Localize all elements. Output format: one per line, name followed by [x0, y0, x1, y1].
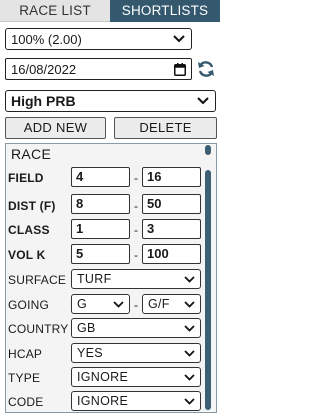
- chevron-down-icon: [184, 398, 195, 405]
- chevron-down-icon: [184, 276, 195, 283]
- tab-bar: RACE LIST SHORTLISTS: [0, 0, 220, 22]
- type-select[interactable]: IGNORE: [71, 367, 201, 387]
- class-label: CLASS: [8, 223, 50, 237]
- country-label: COUNTRY: [8, 322, 69, 336]
- class-min-input[interactable]: 1: [71, 219, 130, 239]
- field-range-dash: -: [134, 171, 138, 185]
- tab-shortlists[interactable]: SHORTLISTS: [110, 0, 220, 22]
- surface-label: SURFACE: [8, 273, 67, 287]
- hcap-select[interactable]: YES: [71, 343, 201, 363]
- code-label: CODE: [8, 395, 44, 409]
- hcap-select-value: YES: [77, 346, 103, 360]
- country-select-value: GB: [77, 321, 96, 335]
- tab-race-list[interactable]: RACE LIST: [0, 0, 110, 22]
- type-select-value: IGNORE: [77, 370, 129, 384]
- chevron-down-icon: [197, 97, 209, 105]
- chevron-down-icon: [184, 325, 195, 332]
- going-to-select[interactable]: G/F: [142, 294, 201, 314]
- going-from-value: G: [77, 297, 88, 311]
- going-range-dash: -: [134, 298, 138, 312]
- chevron-down-icon: [113, 301, 124, 308]
- race-section-title: RACE: [11, 146, 52, 162]
- volk-label: VOL K: [8, 248, 46, 262]
- chevron-down-icon: [184, 301, 195, 308]
- date-input[interactable]: 16/08/2022: [5, 58, 192, 80]
- scrollbar-thumb[interactable]: [205, 170, 211, 410]
- code-select-value: IGNORE: [77, 394, 129, 408]
- surface-select-value: TURF: [77, 272, 112, 286]
- date-input-value: 16/08/2022: [11, 61, 77, 77]
- refresh-icon[interactable]: [196, 59, 216, 79]
- dist-min-input[interactable]: 8: [71, 194, 130, 214]
- code-select[interactable]: IGNORE: [71, 391, 201, 411]
- dist-max-input[interactable]: 50: [142, 194, 201, 214]
- dist-range-dash: -: [134, 199, 138, 213]
- zoom-select[interactable]: 100% (2.00): [5, 28, 192, 50]
- add-new-button[interactable]: ADD NEW: [5, 117, 106, 139]
- surface-select[interactable]: TURF: [71, 269, 201, 289]
- shortlist-select[interactable]: High PRB: [5, 90, 216, 112]
- chevron-down-icon: [184, 374, 195, 381]
- class-range-dash: -: [134, 223, 138, 237]
- field-max-input[interactable]: 16: [142, 167, 201, 187]
- country-select[interactable]: GB: [71, 318, 201, 338]
- going-to-value: G/F: [148, 297, 170, 311]
- calendar-icon[interactable]: [174, 63, 186, 76]
- chevron-down-icon: [173, 35, 185, 43]
- shortlist-select-value: High PRB: [11, 93, 76, 109]
- volk-max-input[interactable]: 100: [142, 244, 201, 264]
- type-label: TYPE: [8, 371, 41, 385]
- volk-range-dash: -: [134, 248, 138, 262]
- delete-button[interactable]: DELETE: [114, 117, 217, 139]
- zoom-select-value: 100% (2.00): [11, 31, 82, 47]
- going-label: GOING: [8, 298, 50, 312]
- field-label: FIELD: [8, 171, 44, 185]
- chevron-down-icon: [184, 350, 195, 357]
- scrollbar-top-cap[interactable]: [205, 145, 211, 155]
- volk-min-input[interactable]: 5: [71, 244, 130, 264]
- hcap-label: HCAP: [8, 347, 43, 361]
- going-from-select[interactable]: G: [71, 294, 130, 314]
- dist-label: DIST (F): [8, 199, 56, 213]
- field-min-input[interactable]: 4: [71, 167, 130, 187]
- class-max-input[interactable]: 3: [142, 219, 201, 239]
